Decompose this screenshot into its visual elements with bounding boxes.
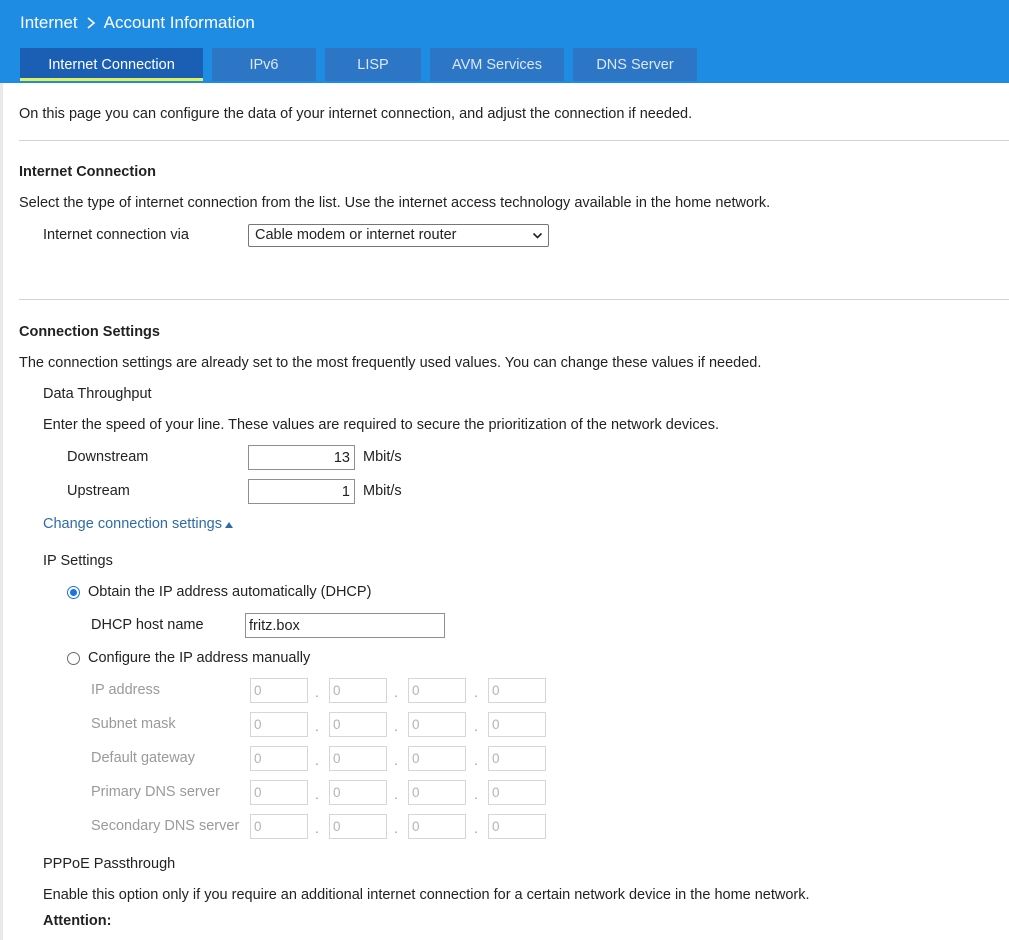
upstream-unit: Mbit/s [363, 483, 402, 499]
connection-via-value: Cable modem or internet router [255, 227, 457, 243]
subnet-mask-octet-2[interactable] [329, 712, 387, 737]
data-throughput-description: Enter the speed of your line. These valu… [43, 417, 719, 433]
pppoe-heading: PPPoE Passthrough [43, 856, 176, 872]
default-gateway-octet-4[interactable] [488, 746, 546, 771]
octet-separator: . [474, 752, 478, 768]
secondary-dns-octet-3[interactable] [408, 814, 466, 839]
dhcp-option-label[interactable]: Obtain the IP address automatically (DHC… [88, 584, 371, 600]
tab-dns-server[interactable]: DNS Server [573, 48, 697, 81]
octet-separator: . [315, 820, 319, 836]
default-gateway-octet-2[interactable] [329, 746, 387, 771]
pppoe-description: Enable this option only if you require a… [43, 887, 810, 903]
primary-dns-label: Primary DNS server [91, 784, 220, 800]
octet-separator: . [315, 752, 319, 768]
breadcrumb-section[interactable]: Internet [20, 13, 78, 33]
secondary-dns-octet-4[interactable] [488, 814, 546, 839]
octet-separator: . [315, 718, 319, 734]
dhcp-host-label: DHCP host name [91, 617, 204, 633]
secondary-dns-octet-2[interactable] [329, 814, 387, 839]
upstream-label: Upstream [67, 483, 130, 499]
header-bar: Internet Account Information Internet Co… [0, 0, 1009, 83]
triangle-up-icon [224, 522, 233, 528]
ip-address-octet-4[interactable] [488, 678, 546, 703]
tab-bar: Internet Connection IPv6 LISP AVM Servic… [20, 48, 697, 81]
chevron-down-icon [532, 232, 543, 239]
octet-separator: . [394, 820, 398, 836]
octet-separator: . [394, 718, 398, 734]
octet-separator: . [394, 752, 398, 768]
divider [19, 299, 1009, 300]
change-connection-settings-link[interactable]: Change connection settings [43, 516, 233, 532]
secondary-dns-octet-1[interactable] [250, 814, 308, 839]
manual-ip-option-label[interactable]: Configure the IP address manually [88, 650, 310, 666]
internet-connection-heading: Internet Connection [19, 164, 156, 180]
octet-separator: . [474, 786, 478, 802]
change-connection-settings-label: Change connection settings [43, 516, 222, 532]
subnet-mask-octet-1[interactable] [250, 712, 308, 737]
attention-label: Attention: [43, 913, 112, 929]
primary-dns-octet-2[interactable] [329, 780, 387, 805]
primary-dns-octet-4[interactable] [488, 780, 546, 805]
downstream-label: Downstream [67, 449, 149, 465]
intro-text: On this page you can configure the data … [19, 106, 693, 122]
left-edge-strip [0, 0, 3, 940]
ip-address-octet-1[interactable] [250, 678, 308, 703]
connection-via-select[interactable]: Cable modem or internet router [248, 224, 549, 247]
ip-address-label: IP address [91, 682, 161, 698]
secondary-dns-label: Secondary DNS server [91, 818, 240, 834]
default-gateway-label: Default gateway [91, 750, 195, 766]
tab-lisp[interactable]: LISP [325, 48, 421, 81]
octet-separator: . [315, 684, 319, 700]
divider [19, 140, 1009, 141]
default-gateway-octet-1[interactable] [250, 746, 308, 771]
primary-dns-octet-3[interactable] [408, 780, 466, 805]
downstream-unit: Mbit/s [363, 449, 402, 465]
octet-separator: . [474, 718, 478, 734]
subnet-mask-label: Subnet mask [91, 716, 176, 732]
tab-ipv6[interactable]: IPv6 [212, 48, 316, 81]
ip-address-octet-3[interactable] [408, 678, 466, 703]
dhcp-host-input[interactable] [245, 613, 445, 638]
dhcp-radio[interactable] [67, 586, 80, 599]
connection-via-label: Internet connection via [43, 227, 189, 243]
octet-separator: . [474, 684, 478, 700]
octet-separator: . [394, 684, 398, 700]
manual-ip-radio[interactable] [67, 652, 80, 665]
octet-separator: . [474, 820, 478, 836]
octet-separator: . [394, 786, 398, 802]
breadcrumb-page: Account Information [103, 13, 255, 32]
default-gateway-octet-3[interactable] [408, 746, 466, 771]
upstream-input[interactable] [248, 479, 355, 504]
ip-settings-heading: IP Settings [43, 553, 113, 569]
subnet-mask-octet-4[interactable] [488, 712, 546, 737]
ip-address-octet-2[interactable] [329, 678, 387, 703]
downstream-input[interactable] [248, 445, 355, 470]
connection-settings-heading: Connection Settings [19, 324, 160, 340]
breadcrumb: Internet Account Information [20, 13, 255, 33]
connection-settings-description: The connection settings are already set … [19, 355, 762, 371]
primary-dns-octet-1[interactable] [250, 780, 308, 805]
octet-separator: . [315, 786, 319, 802]
internet-connection-description: Select the type of internet connection f… [19, 195, 771, 211]
tab-internet-connection[interactable]: Internet Connection [20, 48, 203, 81]
tab-avm-services[interactable]: AVM Services [430, 48, 564, 81]
chevron-right-icon [87, 17, 95, 29]
subnet-mask-octet-3[interactable] [408, 712, 466, 737]
data-throughput-heading: Data Throughput [43, 386, 152, 402]
